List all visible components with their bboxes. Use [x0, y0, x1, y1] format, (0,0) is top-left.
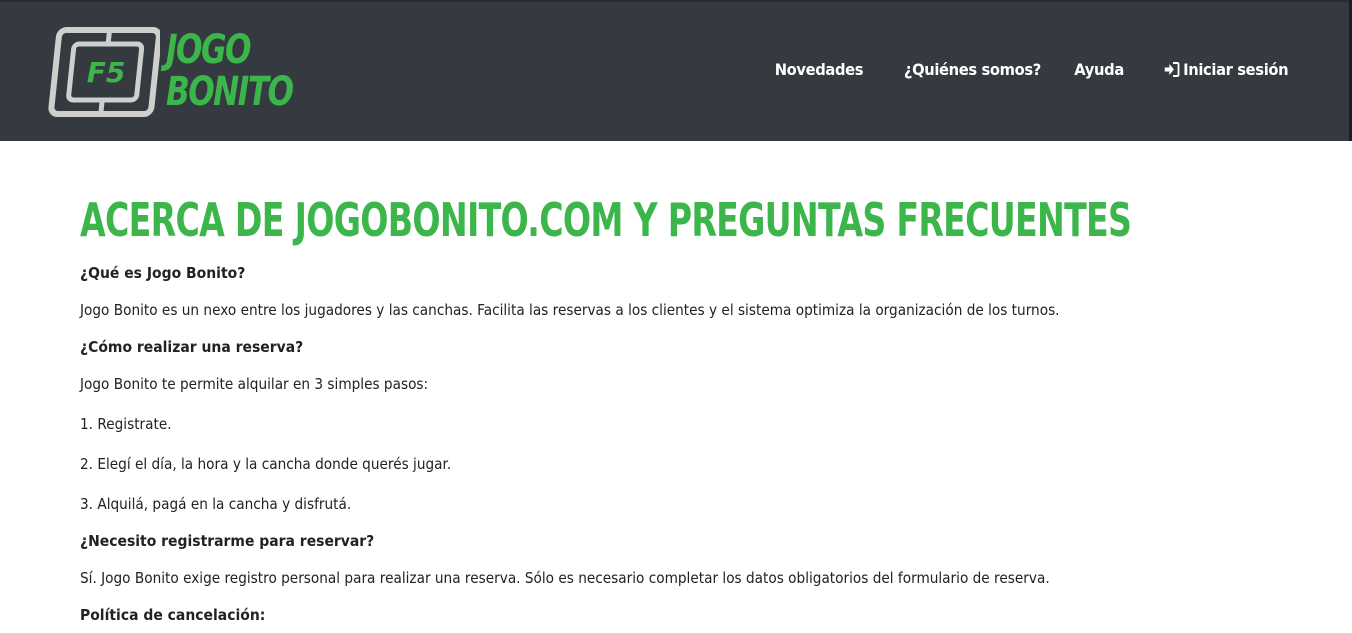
faq-question-cancellation: Política de cancelación: [80, 606, 266, 624]
main-nav: Novedades ¿Quiénes somos? Ayuda Iniciar … [738, 60, 1288, 79]
sign-in-icon [1164, 62, 1180, 77]
nav-iniciar-sesion-label: Iniciar sesión [1182, 60, 1288, 79]
faq-answer-registration: Sí. Jogo Bonito exige registro personal … [80, 569, 1050, 587]
navbar-top-edge [0, 0, 1352, 2]
faq-step-2: 2. Elegí el día, la hora y la cancha don… [80, 455, 452, 473]
nav-ayuda-label: Ayuda [1074, 60, 1124, 79]
faq-answer-what-is: Jogo Bonito es un nexo entre los jugador… [80, 301, 1060, 319]
main-content: ACERCA DE JOGOBONITO.COM Y PREGUNTAS FRE… [80, 190, 1280, 624]
nav-ayuda[interactable]: Ayuda [1074, 60, 1124, 79]
nav-quienes-somos[interactable]: ¿Quiénes somos? [904, 60, 1041, 79]
logo-text-line2: BONITO [166, 69, 294, 115]
nav-iniciar-sesion[interactable]: Iniciar sesión [1164, 60, 1288, 79]
logo-pitch-icon: F5 [48, 27, 160, 117]
brand-logo-link[interactable]: F5 JOGO BONITO [48, 26, 294, 118]
nav-quienes-somos-label: ¿Quiénes somos? [903, 60, 1041, 79]
faq-answer-how-to-book: Jogo Bonito te permite alquilar en 3 sim… [80, 375, 429, 393]
logo-text-line1: JOGO [166, 27, 252, 73]
nav-novedades-label: Novedades [774, 60, 863, 79]
faq-question-how-to-book: ¿Cómo realizar una reserva? [80, 338, 304, 356]
top-navbar: F5 JOGO BONITO Novedades ¿Quiénes somos?… [0, 0, 1352, 141]
faq-step-1: 1. Registrate. [80, 415, 172, 433]
faq-question-what-is: ¿Qué es Jogo Bonito? [80, 264, 246, 282]
faq-step-3: 3. Alquilá, pagá en la cancha y disfrutá… [80, 495, 352, 513]
faq-question-registration: ¿Necesito registrarme para reservar? [80, 532, 375, 550]
logo-badge-text: F5 [87, 56, 126, 89]
page-title: ACERCA DE JOGOBONITO.COM Y PREGUNTAS FRE… [80, 193, 1132, 247]
nav-novedades[interactable]: Novedades [774, 60, 863, 79]
